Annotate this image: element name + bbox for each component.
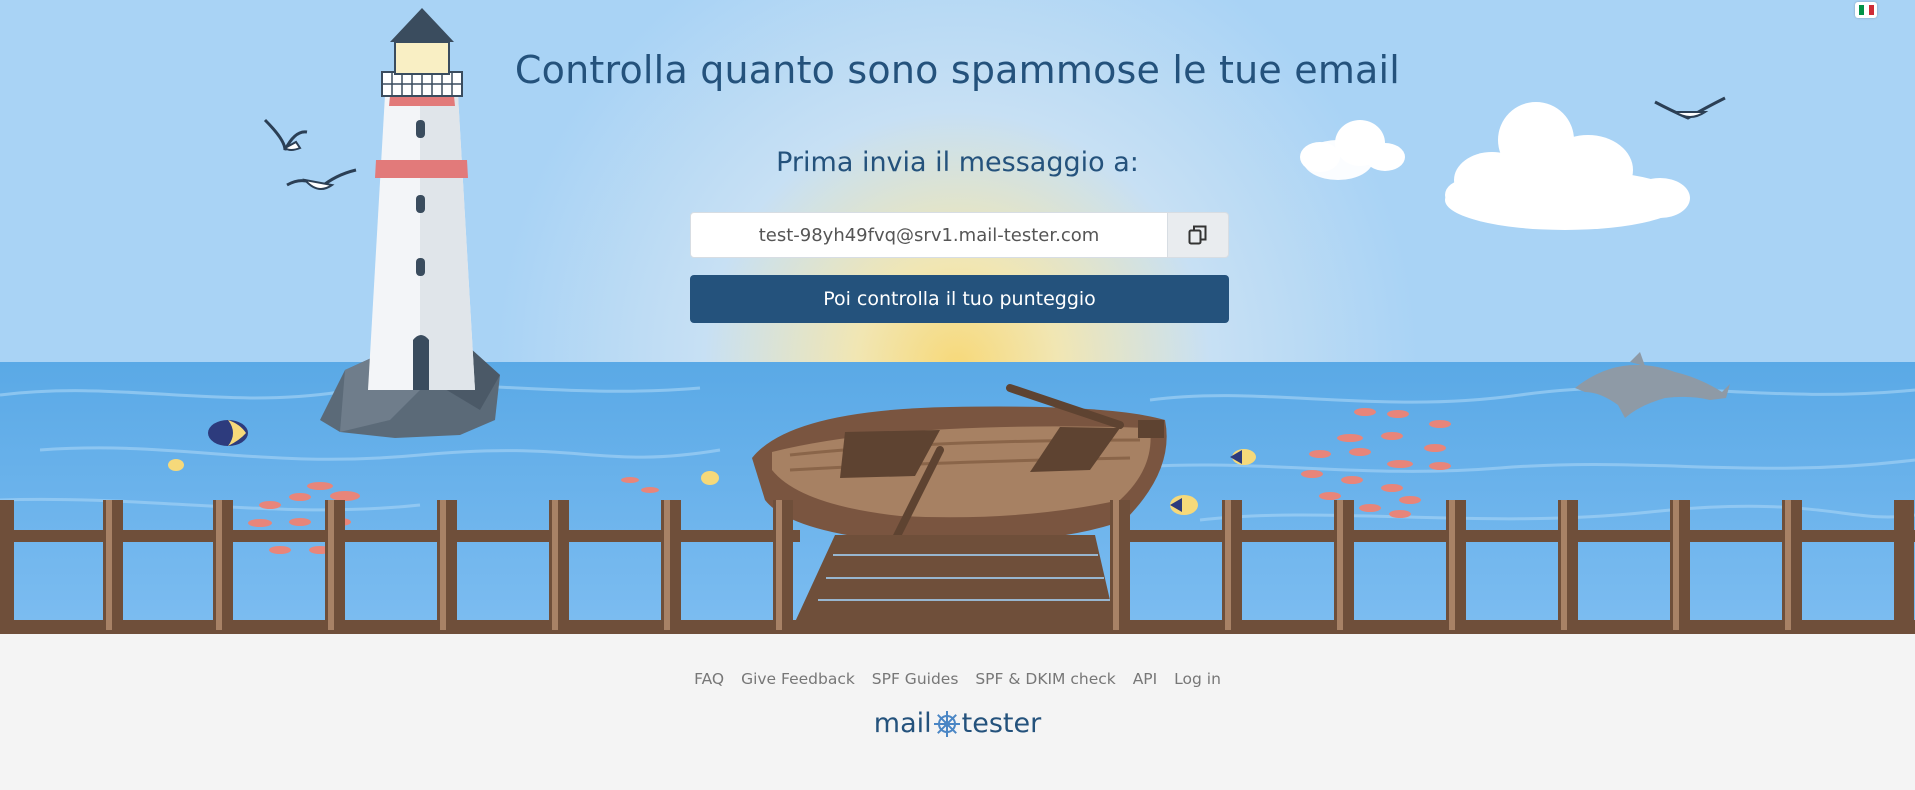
- mail-tester-logo[interactable]: mail tester: [0, 708, 1915, 739]
- flag-stripe-red: [1868, 5, 1874, 15]
- copy-email-button[interactable]: [1168, 212, 1229, 258]
- instruction-subtitle: Prima invia il messaggio a:: [776, 147, 1139, 178]
- footer: FAQ Give Feedback SPF Guides SPF & DKIM …: [0, 634, 1915, 790]
- footer-link-spf-guides[interactable]: SPF Guides: [872, 670, 959, 688]
- page-title: Controlla quanto sono spammose le tue em…: [514, 48, 1401, 92]
- copy-icon: [1188, 225, 1207, 245]
- footer-link-give-feedback[interactable]: Give Feedback: [741, 670, 855, 688]
- footer-links: FAQ Give Feedback SPF Guides SPF & DKIM …: [0, 670, 1915, 688]
- language-flag-icon[interactable]: [1855, 2, 1877, 18]
- footer-link-spf-dkim-check[interactable]: SPF & DKIM check: [975, 670, 1115, 688]
- ship-wheel-icon: [933, 710, 960, 737]
- email-address-group: [690, 212, 1229, 258]
- footer-link-faq[interactable]: FAQ: [694, 670, 724, 688]
- footer-link-log-in[interactable]: Log in: [1174, 670, 1221, 688]
- test-email-address-field[interactable]: [690, 212, 1168, 258]
- logo-text-mail: mail: [873, 708, 932, 739]
- dock: [795, 535, 1115, 622]
- check-score-button[interactable]: Poi controlla il tuo punteggio: [690, 275, 1229, 323]
- footer-link-api[interactable]: API: [1133, 670, 1158, 688]
- logo-text-tester: tester: [961, 708, 1042, 739]
